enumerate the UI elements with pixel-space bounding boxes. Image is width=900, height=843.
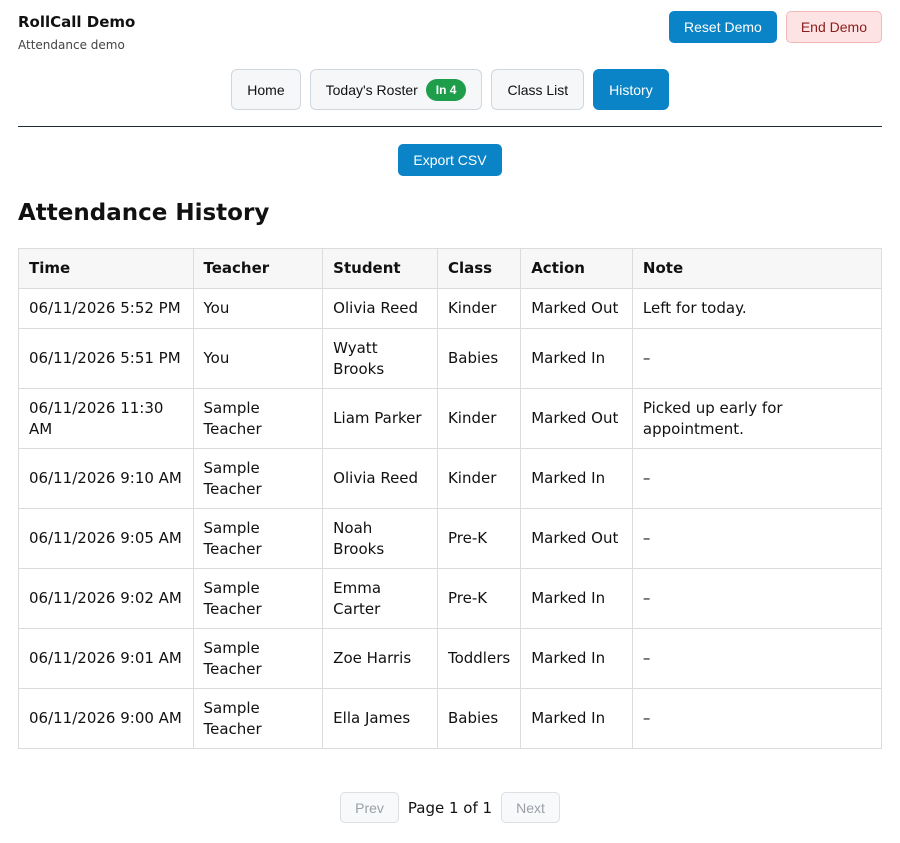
cell-class: Kinder — [436, 448, 522, 509]
reset-demo-button[interactable]: Reset Demo — [669, 11, 777, 43]
cell-note: – — [631, 448, 883, 509]
roster-count-badge: In 4 — [425, 78, 467, 101]
cell-class: Kinder — [436, 388, 522, 449]
table-body: 06/11/2026 5:52 PM You Olivia Reed Kinder Ma… — [18, 288, 883, 749]
cell-student: Ella James — [322, 688, 438, 749]
tab-home-label: Home — [247, 81, 285, 98]
attendance-history-table: Time Teacher Student Class Action Note 0… — [18, 248, 883, 749]
cell-note: – — [631, 328, 883, 389]
cell-student: Zoe Harris — [322, 628, 438, 689]
cell-time: 06/11/2026 9:00 AM — [18, 688, 194, 749]
tab-roster-label: Today's Roster — [325, 81, 418, 98]
header: RollCall Demo Attendance demo Reset Demo… — [18, 0, 882, 60]
table-header-row: Time Teacher Student Class Action Note — [18, 248, 883, 289]
cell-note: Left for today. — [631, 288, 883, 329]
cell-action: Marked Out — [520, 288, 633, 329]
cell-teacher: You — [192, 328, 324, 389]
tab-history-label: History — [609, 81, 653, 98]
table-row: 06/11/2026 11:30 AM Sample Teacher Liam Pa… — [18, 388, 883, 449]
table-row: 06/11/2026 9:10 AM Sample Teacher Olivia R… — [18, 448, 883, 509]
cell-action: Marked In — [520, 448, 633, 509]
cell-teacher: Sample Teacher — [192, 568, 324, 629]
cell-action: Marked Out — [520, 388, 633, 449]
header-actions: Reset Demo End Demo — [669, 11, 882, 43]
cell-class: Kinder — [436, 288, 522, 329]
cell-teacher: Sample Teacher — [192, 448, 324, 509]
column-header-teacher: Teacher — [192, 248, 324, 289]
cell-note: Picked up early for appointment. — [631, 388, 883, 449]
next-page-button[interactable]: Next — [501, 792, 560, 823]
tab-history[interactable]: History — [593, 69, 669, 110]
table-row: 06/11/2026 9:05 AM Sample Teacher Noah Bro… — [18, 508, 883, 569]
app-title: RollCall Demo — [18, 13, 136, 31]
cell-note: – — [631, 508, 883, 569]
cell-student: Wyatt Brooks — [322, 328, 438, 389]
tab-class-list[interactable]: Class List — [491, 69, 585, 110]
cell-time: 06/11/2026 9:02 AM — [18, 568, 194, 629]
export-csv-button[interactable]: Export CSV — [398, 144, 502, 176]
cell-class: Babies — [436, 328, 522, 389]
page-indicator: Page 1 of 1 — [407, 798, 493, 817]
cell-time: 06/11/2026 11:30 AM — [18, 388, 194, 449]
cell-note: – — [631, 568, 883, 629]
cell-time: 06/11/2026 9:05 AM — [18, 508, 194, 569]
cell-action: Marked In — [520, 628, 633, 689]
tab-todays-roster[interactable]: Today's Roster In 4 — [309, 69, 483, 110]
column-header-student: Student — [322, 248, 438, 289]
cell-action: Marked In — [520, 568, 633, 629]
page-title: Attendance History — [18, 200, 270, 226]
pagination: Prev Page 1 of 1 Next — [0, 792, 900, 823]
cell-teacher: You — [192, 288, 324, 329]
tab-home[interactable]: Home — [231, 69, 301, 110]
nav-divider — [18, 126, 882, 127]
export-row: Export CSV — [0, 144, 900, 176]
cell-time: 06/11/2026 5:51 PM — [18, 328, 194, 389]
app-subtitle: Attendance demo — [18, 38, 125, 52]
cell-action: Marked Out — [520, 508, 633, 569]
table-row: 06/11/2026 5:51 PM You Wyatt Brooks Babies M… — [18, 328, 883, 389]
cell-teacher: Sample Teacher — [192, 388, 324, 449]
cell-class: Pre-K — [436, 508, 522, 569]
column-header-class: Class — [436, 248, 522, 289]
cell-action: Marked In — [520, 328, 633, 389]
cell-note: – — [631, 688, 883, 749]
tab-class-list-label: Class List — [507, 81, 569, 98]
table-row: 06/11/2026 5:52 PM You Olivia Reed Kinder Ma… — [18, 288, 883, 329]
cell-action: Marked In — [520, 688, 633, 749]
cell-student: Olivia Reed — [322, 288, 438, 329]
main-nav: Home Today's Roster In 4 Class List Hist… — [0, 69, 900, 110]
cell-student: Liam Parker — [322, 388, 438, 449]
cell-teacher: Sample Teacher — [192, 508, 324, 569]
column-header-action: Action — [520, 248, 633, 289]
cell-student: Emma Carter — [322, 568, 438, 629]
table-row: 06/11/2026 9:00 AM Sample Teacher Ella Jam… — [18, 688, 883, 749]
cell-time: 06/11/2026 9:10 AM — [18, 448, 194, 509]
cell-teacher: Sample Teacher — [192, 628, 324, 689]
column-header-time: Time — [18, 248, 194, 289]
cell-class: Toddlers — [436, 628, 522, 689]
cell-class: Pre-K — [436, 568, 522, 629]
prev-page-button[interactable]: Prev — [340, 792, 399, 823]
table-row: 06/11/2026 9:01 AM Sample Teacher Zoe Harr… — [18, 628, 883, 689]
cell-note: – — [631, 628, 883, 689]
cell-time: 06/11/2026 9:01 AM — [18, 628, 194, 689]
cell-class: Babies — [436, 688, 522, 749]
end-demo-button[interactable]: End Demo — [785, 11, 882, 43]
column-header-note: Note — [631, 248, 883, 289]
cell-teacher: Sample Teacher — [192, 688, 324, 749]
table-row: 06/11/2026 9:02 AM Sample Teacher Emma Car… — [18, 568, 883, 629]
cell-student: Noah Brooks — [322, 508, 438, 569]
cell-time: 06/11/2026 5:52 PM — [18, 288, 194, 329]
cell-student: Olivia Reed — [322, 448, 438, 509]
